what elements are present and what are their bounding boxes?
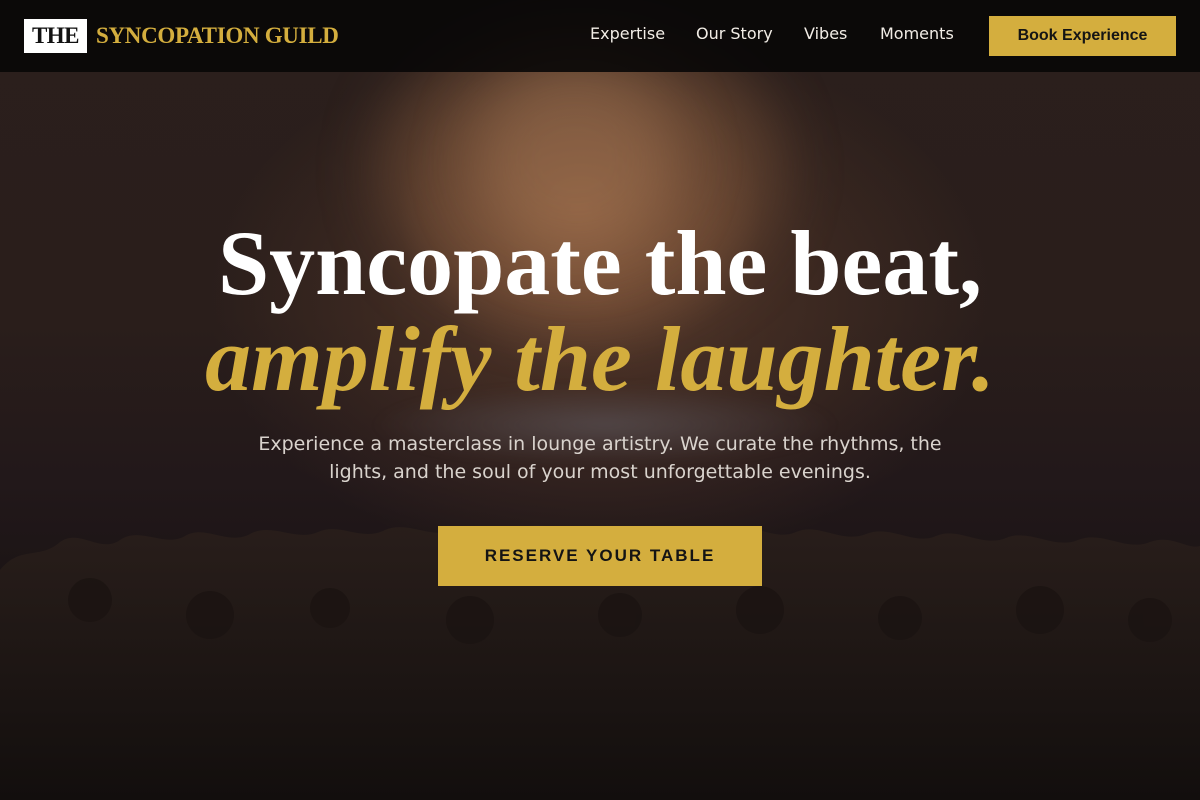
nav-link-expertise[interactable]: Expertise (590, 24, 665, 43)
hero-headline-line2: amplify the laughter. (205, 308, 995, 410)
nav-link-vibes[interactable]: Vibes (804, 24, 847, 43)
top-navbar: THE SYNCOPATION GUILD Expertise Our Stor… (0, 0, 1200, 72)
book-experience-button[interactable]: Book Experience (989, 16, 1176, 56)
nav-link-our-story[interactable]: Our Story (696, 24, 773, 43)
reserve-table-button[interactable]: RESERVE YOUR TABLE (438, 526, 762, 586)
hero-subtitle: Experience a masterclass in lounge artis… (258, 433, 942, 483)
nav-link-moments[interactable]: Moments (880, 24, 954, 43)
crowd-silhouette (0, 525, 1200, 800)
hero-headline-line1: Syncopate the beat, (217, 212, 983, 314)
